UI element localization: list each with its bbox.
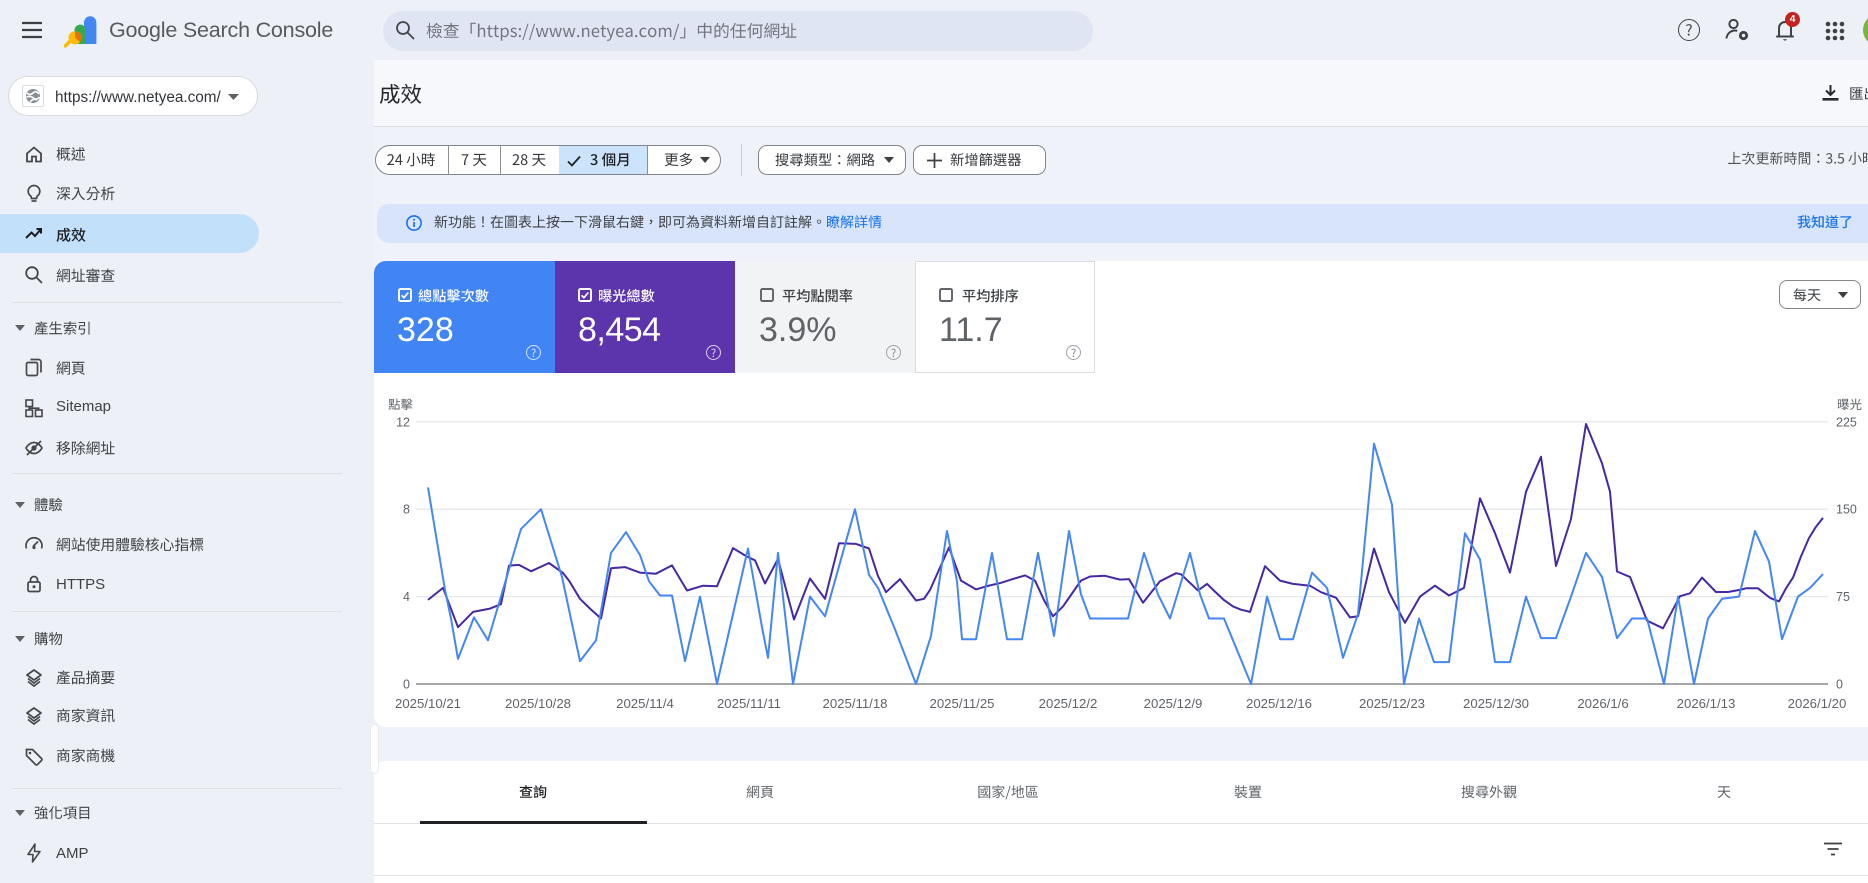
svg-text:2025/12/2: 2025/12/2 xyxy=(1039,696,1098,711)
svg-text:2025/10/28: 2025/10/28 xyxy=(505,696,571,711)
svg-text:2025/11/18: 2025/11/18 xyxy=(822,696,887,711)
svg-text:2025/11/25: 2025/11/25 xyxy=(929,696,994,711)
svg-text:2026/1/13: 2026/1/13 xyxy=(1677,696,1736,711)
svg-text:2025/12/23: 2025/12/23 xyxy=(1359,696,1425,711)
svg-text:75: 75 xyxy=(1836,590,1850,604)
svg-text:4: 4 xyxy=(403,590,410,604)
svg-text:225: 225 xyxy=(1836,415,1857,429)
svg-text:2025/12/16: 2025/12/16 xyxy=(1246,696,1312,711)
svg-text:2025/12/9: 2025/12/9 xyxy=(1144,696,1203,711)
svg-text:2026/1/6: 2026/1/6 xyxy=(1577,696,1628,711)
svg-text:12: 12 xyxy=(396,415,410,429)
svg-text:2025/11/11: 2025/11/11 xyxy=(717,696,781,711)
svg-text:0: 0 xyxy=(403,678,410,692)
svg-text:150: 150 xyxy=(1836,503,1857,517)
svg-text:2025/10/21: 2025/10/21 xyxy=(395,696,461,711)
svg-text:2025/12/30: 2025/12/30 xyxy=(1463,696,1529,711)
svg-text:2025/11/4: 2025/11/4 xyxy=(616,696,674,711)
svg-text:0: 0 xyxy=(1836,678,1843,692)
svg-text:2026/1/20: 2026/1/20 xyxy=(1788,696,1847,711)
svg-text:8: 8 xyxy=(403,503,410,517)
